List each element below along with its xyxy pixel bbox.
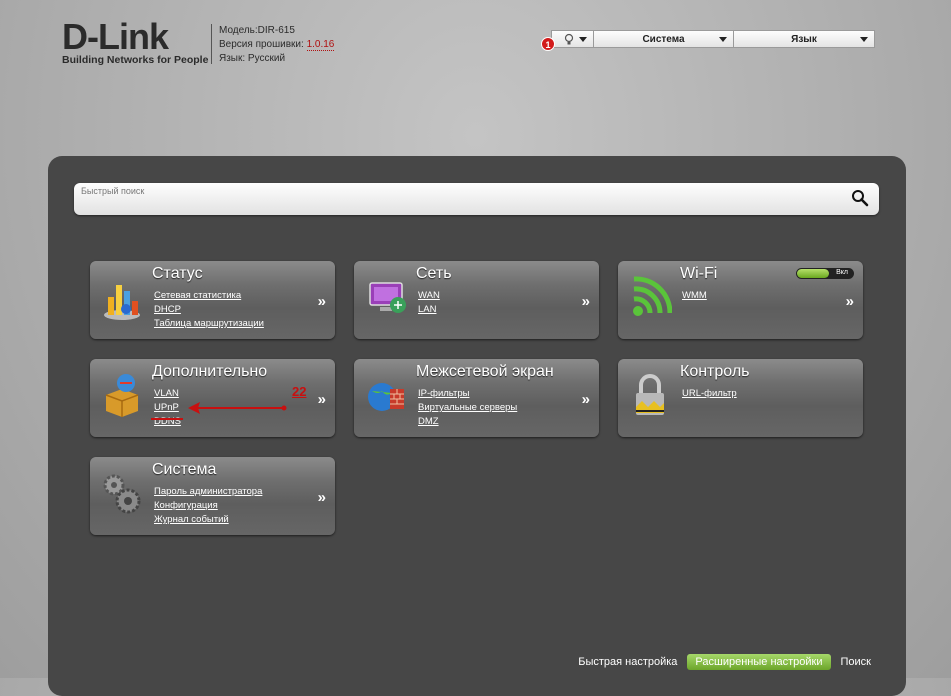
link-configuration[interactable]: Конфигурация [154,499,262,513]
padlock-icon [636,374,664,415]
wifi-toggle-knob [797,269,829,278]
card-wifi[interactable]: Wi-Fi Вкл WMM » [618,261,863,339]
link-ip-filters[interactable]: IP-фильтры [418,387,517,401]
gears-icon [103,474,141,514]
wifi-toggle[interactable]: Вкл [796,268,854,279]
logo-tagline: Building Networks for People [62,54,209,66]
card-system-title: Система [152,461,217,478]
quick-search[interactable]: Быстрый поиск [74,183,879,215]
network-globe-icon [369,282,406,313]
advanced-box-icon [105,374,139,417]
link-admin-password[interactable]: Пароль администратора [154,485,262,499]
quick-setup-link[interactable]: Быстрая настройка [578,656,677,668]
card-system[interactable]: Система Пароль администратора Конфигурац… [90,457,335,535]
link-event-log[interactable]: Журнал событий [154,513,262,527]
header-divider [211,24,212,64]
link-dmz[interactable]: DMZ [418,415,517,429]
card-firewall[interactable]: Межсетевой экран IP-фильтры Виртуальные … [354,359,599,437]
link-url-filter[interactable]: URL-фильтр [682,387,737,401]
link-lan[interactable]: LAN [418,303,440,317]
card-firewall-title: Межсетевой экран [416,363,554,380]
card-status-title: Статус [152,265,203,282]
system-menu[interactable]: Система [594,30,734,48]
firmware-version[interactable]: 1.0.16 [306,39,335,51]
annotation-number: 22 [292,384,307,399]
card-network-arrow[interactable]: » [582,293,590,310]
card-status-arrow[interactable]: » [318,293,326,310]
notifications-button[interactable] [551,30,594,48]
card-wifi-title: Wi-Fi [680,265,718,282]
link-upnp[interactable]: UPnP [154,401,181,415]
card-status-links: Сетевая статистика DHCP Таблица маршрути… [154,289,264,331]
search-input[interactable]: Быстрый поиск [81,186,144,196]
system-menu-label: Система [642,33,685,45]
top-toolbar: Система Язык [551,30,875,48]
dlink-logo: D-Link Building Networks for People [62,16,209,67]
search-icon[interactable] [851,189,869,207]
card-network-links: WAN LAN [418,289,440,317]
link-network-stats[interactable]: Сетевая статистика [154,289,264,303]
chevron-down-icon [579,37,587,42]
card-control[interactable]: Контроль URL-фильтр [618,359,863,437]
card-status[interactable]: Статус Сетевая статистика DHCP Таблица м… [90,261,335,339]
logo-text: D-Link [62,16,169,57]
card-wifi-links: WMM [682,289,707,303]
language-info: Язык: Русский [219,53,286,64]
device-info: Модель:DIR-615 Версия прошивки: 1.0.16 Я… [219,24,335,66]
card-advanced-links: VLAN UPnP DDNS [154,387,181,429]
card-wifi-arrow[interactable]: » [846,293,854,310]
link-virtual-servers[interactable]: Виртуальные серверы [418,401,517,415]
card-advanced-arrow[interactable]: » [318,391,326,408]
firewall-globe-icon [368,383,404,411]
link-routing-table[interactable]: Таблица маршрутизации [154,317,264,331]
card-system-links: Пароль администратора Конфигурация Журна… [154,485,262,527]
chevron-down-icon [860,37,868,42]
card-system-arrow[interactable]: » [318,489,326,506]
annotation-arrow-icon [188,402,287,414]
lightbulb-icon [564,33,573,44]
search-link[interactable]: Поиск [841,656,871,668]
notification-badge: 1 [541,37,555,51]
bottom-navigation: Быстрая настройка Расширенные настройки … [578,654,871,670]
main-panel: Быстрый поиск Статус Сетевая статистика … [48,156,906,696]
language-menu-label: Язык [791,33,817,45]
wifi-signal-icon [633,276,672,316]
status-chart-icon [104,285,140,320]
wifi-toggle-label: Вкл [836,269,848,276]
advanced-settings-button[interactable]: Расширенные настройки [687,654,831,670]
model-label: Модель:DIR-615 [219,25,295,36]
link-vlan[interactable]: VLAN [154,387,181,401]
card-firewall-arrow[interactable]: » [582,391,590,408]
card-control-links: URL-фильтр [682,387,737,401]
card-network[interactable]: Сеть WAN LAN » [354,261,599,339]
card-control-title: Контроль [680,363,750,380]
card-firewall-links: IP-фильтры Виртуальные серверы DMZ [418,387,517,429]
link-wan[interactable]: WAN [418,289,440,303]
card-network-title: Сеть [416,265,452,282]
link-dhcp[interactable]: DHCP [154,303,264,317]
link-wmm[interactable]: WMM [682,289,707,303]
firmware-label: Версия прошивки: [219,39,304,50]
chevron-down-icon [719,37,727,42]
language-menu[interactable]: Язык [734,30,875,48]
card-advanced-title: Дополнительно [152,363,268,380]
annotation-underline [151,418,183,420]
firmware-row: Версия прошивки: 1.0.16 [219,38,335,52]
